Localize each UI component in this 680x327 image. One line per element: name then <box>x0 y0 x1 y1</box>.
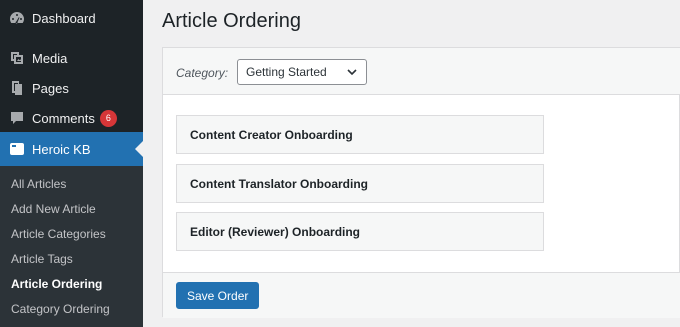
menu-item-label: Comments <box>32 110 95 126</box>
submenu-item-add-new-article[interactable]: Add New Article <box>11 202 96 216</box>
menu-item-dashboard[interactable]: Dashboard <box>0 3 143 33</box>
pages-icon <box>8 79 26 97</box>
menu-item-label: Dashboard <box>32 10 96 26</box>
comment-count-badge: 6 <box>99 109 117 127</box>
page-title: Article Ordering <box>162 10 301 32</box>
article-item[interactable]: Content Translator Onboarding <box>176 164 544 203</box>
admin-sidebar: Dashboard Media Pages Comments 6 Heroic … <box>0 0 143 327</box>
menu-item-label: Media <box>32 50 68 66</box>
category-select[interactable]: Getting Started <box>237 59 367 85</box>
dashboard-icon <box>8 9 26 27</box>
menu-item-label: Heroic KB <box>32 141 91 157</box>
category-filter-label: Category: <box>176 66 229 80</box>
menu-item-heroic-kb[interactable]: Heroic KB <box>0 132 143 166</box>
article-item[interactable]: Content Creator Onboarding <box>176 115 544 154</box>
comments-icon <box>8 109 26 127</box>
menu-item-media[interactable]: Media <box>0 43 143 73</box>
panel-footer: Save Order <box>163 272 680 318</box>
heroic-kb-icon <box>8 140 26 158</box>
article-item[interactable]: Editor (Reviewer) Onboarding <box>176 212 544 251</box>
save-order-button[interactable]: Save Order <box>176 282 260 309</box>
menu-item-label: Pages <box>32 80 69 96</box>
chevron-down-icon <box>347 69 357 76</box>
submenu-item-article-categories[interactable]: Article Categories <box>11 227 106 241</box>
menu-item-comments[interactable]: Comments 6 <box>0 103 143 133</box>
article-title: Content Translator Onboarding <box>190 176 369 191</box>
submenu-item-all-articles[interactable]: All Articles <box>11 177 66 191</box>
submenu-item-category-ordering[interactable]: Category Ordering <box>11 302 110 316</box>
article-title: Content Creator Onboarding <box>190 127 353 142</box>
article-title: Editor (Reviewer) Onboarding <box>190 224 361 239</box>
active-indicator-arrow <box>135 141 143 157</box>
ordering-panel: Category: Getting Started Content Creato… <box>162 47 680 318</box>
menu-item-pages[interactable]: Pages <box>0 73 143 103</box>
submenu-item-article-tags[interactable]: Article Tags <box>11 252 73 266</box>
media-icon <box>8 49 26 67</box>
category-select-value: Getting Started <box>246 65 327 79</box>
filter-bar: Category: Getting Started <box>163 48 680 95</box>
submenu-item-article-ordering[interactable]: Article Ordering <box>11 277 102 291</box>
heroic-kb-submenu: All Articles Add New Article Article Cat… <box>0 166 143 327</box>
